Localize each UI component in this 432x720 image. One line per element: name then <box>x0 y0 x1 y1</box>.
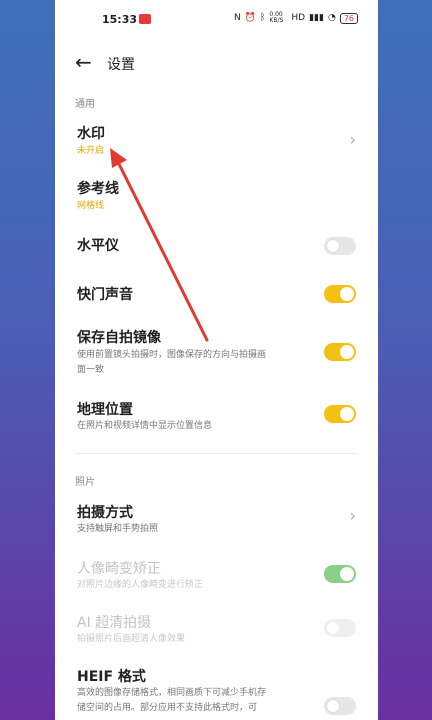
shoot-method-title: 拍摄方式 <box>77 505 133 521</box>
settings-screen: 15:33 N ⏰ ᛒ 0.00 KB/S HD ▮▮▮ ◔ 76 ← 设置 通… <box>55 0 378 720</box>
location-desc: 在照片和视频详情中显示位置信息 <box>77 421 213 431</box>
row-ai-clear[interactable]: AI 超清拍摄 拍摄照片后画超清人像效果 <box>55 610 378 646</box>
heif-title: HEIF 格式 <box>77 669 146 685</box>
section-photo: 照片 <box>75 477 95 488</box>
row-level[interactable]: 水平仪 <box>55 232 378 262</box>
row-save-selfie-mirror[interactable]: 保存自拍镜像 使用前置镜头拍摄时，图像保存的方向与拍摄画 面一致 <box>55 325 378 375</box>
notification-app-icon <box>139 14 151 24</box>
bluetooth-icon: ᛒ <box>259 13 266 23</box>
chevron-right-icon: › <box>349 506 356 525</box>
toggle-knob <box>326 621 340 635</box>
chevron-right-icon: › <box>349 130 356 149</box>
signal-icon: ▮▮▮ <box>309 13 324 23</box>
row-shutter-sound[interactable]: 快门声音 <box>55 282 378 312</box>
heif-desc: 高效的图像存储格式，相同画质下可减少手机存 <box>77 688 267 698</box>
level-title: 水平仪 <box>77 238 119 254</box>
nfc-icon: N <box>234 13 241 23</box>
toggle-knob <box>340 407 354 421</box>
watermark-title: 水印 <box>77 126 105 142</box>
section-general: 通用 <box>75 99 95 110</box>
row-watermark[interactable]: 水印 未开启 › <box>55 120 378 162</box>
wifi-icon: ◔ <box>327 13 336 23</box>
arrow-left-icon[interactable]: ← <box>75 50 92 74</box>
ai-clear-desc: 拍摄照片后画超清人像效果 <box>77 634 186 644</box>
save-selfie-desc: 使用前置镜头拍摄时，图像保存的方向与拍摄画 <box>77 350 267 360</box>
heif-toggle[interactable] <box>324 697 356 715</box>
status-bar: 15:33 N ⏰ ᛒ 0.00 KB/S HD ▮▮▮ ◔ 76 <box>55 0 378 40</box>
toggle-knob <box>340 287 354 301</box>
row-portrait-distortion[interactable]: 人像畸变矫正 对照片边缘的人像畸变进行矫正 <box>55 556 378 592</box>
portrait-distortion-desc: 对照片边缘的人像畸变进行矫正 <box>77 580 204 590</box>
row-location[interactable]: 地理位置 在照片和视频详情中显示位置信息 <box>55 397 378 433</box>
ai-clear-toggle[interactable] <box>324 619 356 637</box>
watermark-status: 未开启 <box>77 146 105 156</box>
shutter-sound-title: 快门声音 <box>77 287 133 303</box>
net-speed: 0.00 KB/S <box>269 11 284 24</box>
section-divider <box>75 453 358 454</box>
portrait-distortion-toggle[interactable] <box>324 565 356 583</box>
location-title: 地理位置 <box>77 402 133 418</box>
reference-line-title: 参考线 <box>77 181 119 197</box>
shutter-sound-toggle[interactable] <box>324 285 356 303</box>
save-selfie-desc-2: 面一致 <box>77 365 105 375</box>
portrait-distortion-title: 人像畸变矫正 <box>77 561 161 577</box>
page-header: ← 设置 <box>55 48 378 78</box>
status-time: 15:33 <box>102 13 138 26</box>
save-selfie-toggle[interactable] <box>324 343 356 361</box>
toggle-knob <box>326 699 340 713</box>
page-title: 设置 <box>107 57 135 73</box>
hd-icon: HD <box>291 13 306 23</box>
level-toggle[interactable] <box>324 237 356 255</box>
location-toggle[interactable] <box>324 405 356 423</box>
toggle-knob <box>326 239 340 253</box>
toggle-knob <box>340 567 354 581</box>
alarm-icon: ⏰ <box>244 13 256 23</box>
row-heif-format[interactable]: HEIF 格式 高效的图像存储格式，相同画质下可减少手机存 储空间的占用。部分应… <box>55 664 378 720</box>
shoot-method-desc: 支持触屏和手势拍照 <box>77 524 159 534</box>
reference-line-status: 网格线 <box>77 201 105 211</box>
heif-desc-2: 储空间的占用。部分应用不支持此格式时，可 <box>77 703 258 713</box>
toggle-knob <box>340 345 354 359</box>
row-reference-line[interactable]: 参考线 网格线 <box>55 175 378 215</box>
status-icons: N ⏰ ᛒ 0.00 KB/S HD ▮▮▮ ◔ 76 <box>234 12 358 24</box>
row-shoot-method[interactable]: 拍摄方式 支持触屏和手势拍照 › <box>55 500 378 536</box>
save-selfie-title: 保存自拍镜像 <box>77 330 161 346</box>
ai-clear-title: AI 超清拍摄 <box>77 615 152 631</box>
battery-icon: 76 <box>339 12 358 24</box>
